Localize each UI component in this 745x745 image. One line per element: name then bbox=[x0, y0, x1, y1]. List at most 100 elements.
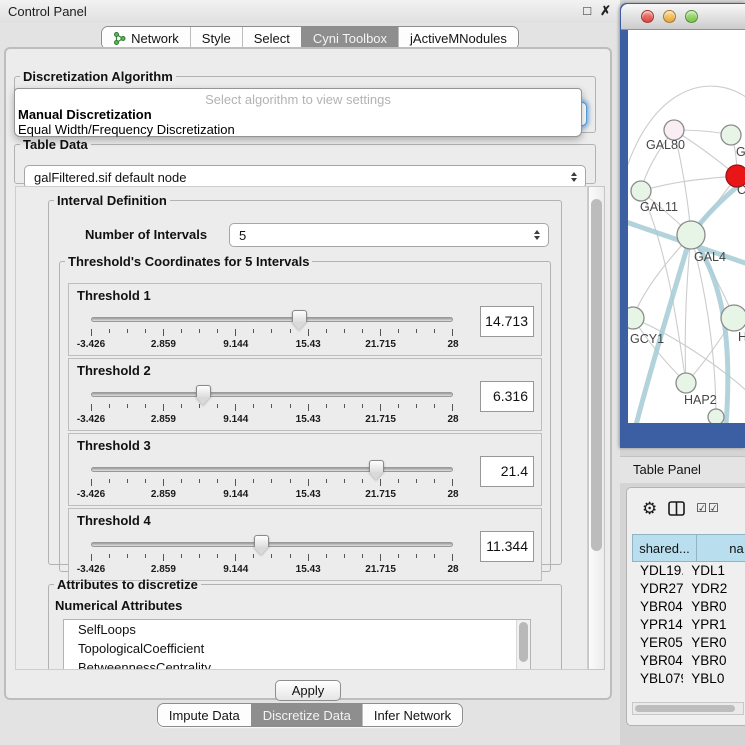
table-cell[interactable]: YBR045C bbox=[632, 652, 683, 670]
thresholds-group-title: Threshold's Coordinates for 5 Intervals bbox=[65, 254, 312, 269]
threshold-3-slider[interactable]: -3.4262.8599.14415.4321.71528 bbox=[91, 458, 453, 504]
table-cell[interactable]: YDL19... bbox=[632, 562, 683, 580]
tab-style[interactable]: Style bbox=[190, 27, 242, 49]
table-header-row: shared...na bbox=[632, 534, 745, 562]
table-row[interactable]: YPR145WYPR1 bbox=[632, 616, 745, 634]
settings-scrollbar[interactable] bbox=[588, 186, 605, 670]
slider-tick-labels: -3.4262.8599.14415.4321.71528 bbox=[91, 414, 453, 426]
table-cell[interactable]: YBL079W bbox=[632, 670, 683, 686]
table-hscroll-thumb[interactable] bbox=[635, 705, 735, 712]
table-cell[interactable]: YDR2 bbox=[683, 580, 745, 598]
slider-thumb[interactable] bbox=[254, 535, 269, 555]
tick-label: 15.43 bbox=[296, 414, 321, 425]
slider-track[interactable] bbox=[91, 467, 453, 472]
tab-impute-data[interactable]: Impute Data bbox=[158, 704, 251, 726]
number-of-intervals-combobox[interactable]: 5 bbox=[229, 223, 549, 247]
gear-icon[interactable]: ⚙ bbox=[642, 500, 657, 517]
attribute-item-selfloops[interactable]: SelfLoops bbox=[64, 620, 530, 639]
numerical-attributes-list: SelfLoopsTopologicalCoefficientBetweenne… bbox=[63, 619, 531, 670]
float-window-icon[interactable]: □ bbox=[583, 3, 591, 19]
tab-label: Select bbox=[254, 31, 290, 46]
tab-network[interactable]: Network bbox=[102, 27, 190, 49]
threshold-4-slider[interactable]: -3.4262.8599.14415.4321.71528 bbox=[91, 533, 453, 579]
tab-cyni-toolbox[interactable]: Cyni Toolbox bbox=[301, 27, 398, 49]
table-row[interactable]: YBR045CYBR0 bbox=[632, 652, 745, 670]
table-horizontal-scrollbar[interactable] bbox=[632, 702, 744, 715]
node-label-gal4: GAL4 bbox=[694, 250, 726, 264]
attribute-item-topologicalcoefficient[interactable]: TopologicalCoefficient bbox=[64, 639, 530, 658]
tick-label: 21.715 bbox=[365, 339, 396, 350]
network-node[interactable] bbox=[721, 125, 741, 145]
table-cell[interactable]: YPR1 bbox=[683, 616, 745, 634]
tick-label: 21.715 bbox=[365, 414, 396, 425]
tick-label: 2.859 bbox=[151, 339, 176, 350]
table-cell[interactable]: YBR0 bbox=[683, 652, 745, 670]
slider-thumb[interactable] bbox=[369, 460, 384, 480]
table-cell[interactable]: YER0 bbox=[683, 634, 745, 652]
table-cell[interactable]: YDL1 bbox=[683, 562, 745, 580]
split-columns-icon[interactable] bbox=[668, 501, 685, 516]
threshold-2-value-field[interactable]: 6.316 bbox=[480, 381, 534, 412]
slider-track[interactable] bbox=[91, 317, 453, 322]
tab-select[interactable]: Select bbox=[242, 27, 301, 49]
table-row[interactable]: YDR27...YDR2 bbox=[632, 580, 745, 598]
table-cell[interactable]: YBL0 bbox=[683, 670, 745, 686]
network-node[interactable] bbox=[676, 373, 696, 393]
close-traffic-light[interactable] bbox=[641, 10, 654, 23]
apply-button[interactable]: Apply bbox=[275, 680, 341, 701]
node-label-gal80: GAL80 bbox=[646, 138, 685, 152]
tick-label: 2.859 bbox=[151, 489, 176, 500]
tab-jactivemnodules[interactable]: jActiveMNodules bbox=[398, 27, 518, 49]
table-cell[interactable]: YBR0 bbox=[683, 598, 745, 616]
tab-label: Style bbox=[202, 31, 231, 46]
settings-scrollbar-thumb[interactable] bbox=[591, 199, 602, 551]
network-node[interactable] bbox=[721, 305, 745, 331]
network-node[interactable] bbox=[628, 307, 644, 329]
tab-discretize-data[interactable]: Discretize Data bbox=[251, 704, 362, 726]
table-cell[interactable]: YPR145W bbox=[632, 616, 683, 634]
combo-arrows-icon bbox=[571, 172, 577, 182]
table-cell[interactable]: YDR27... bbox=[632, 580, 683, 598]
interval-definition-group: Interval Definition Number of Intervals … bbox=[48, 193, 562, 565]
tab-infer-network[interactable]: Infer Network bbox=[362, 704, 462, 726]
close-panel-icon[interactable]: ✗ bbox=[600, 3, 611, 19]
dropdown-option-manual-discretization[interactable]: Manual Discretization bbox=[15, 107, 581, 122]
column-header-shared-[interactable]: shared... bbox=[632, 534, 697, 562]
attributes-group: Attributes to discretize Numerical Attri… bbox=[48, 577, 562, 670]
slider-track[interactable] bbox=[91, 392, 453, 397]
list-scrollbar[interactable] bbox=[516, 620, 530, 670]
zoom-traffic-light[interactable] bbox=[685, 10, 698, 23]
threshold-2-slider[interactable]: -3.4262.8599.14415.4321.71528 bbox=[91, 383, 453, 429]
network-canvas[interactable]: GAL80GACGAL11GAL4GCY1HHAP2 bbox=[628, 30, 745, 423]
table-rows: YDL19...YDL1YDR27...YDR2YBR043CYBR0YPR14… bbox=[632, 562, 745, 686]
slider-thumb[interactable] bbox=[196, 385, 211, 405]
slider-tick-labels: -3.4262.8599.14415.4321.71528 bbox=[91, 564, 453, 576]
table-row[interactable]: YBL079WYBL0 bbox=[632, 670, 745, 686]
dropdown-option-equal-width-frequency-discretization[interactable]: Equal Width/Frequency Discretization bbox=[15, 122, 581, 137]
table-row[interactable]: YBR043CYBR0 bbox=[632, 598, 745, 616]
network-node[interactable] bbox=[708, 409, 724, 423]
cyni-mode-tabs: Impute Data Discretize Data Infer Network bbox=[157, 703, 463, 727]
network-node[interactable] bbox=[677, 221, 705, 249]
tab-label: Discretize Data bbox=[263, 708, 351, 723]
table-row[interactable]: YER054CYER0 bbox=[632, 634, 745, 652]
table-cell[interactable]: YER054C bbox=[632, 634, 683, 652]
network-node[interactable] bbox=[664, 120, 684, 140]
minimize-traffic-light[interactable] bbox=[663, 10, 676, 23]
threshold-1-value-field[interactable]: 14.713 bbox=[480, 306, 534, 337]
column-header-na[interactable]: na bbox=[697, 534, 745, 562]
table-row[interactable]: YDL19...YDL1 bbox=[632, 562, 745, 580]
list-scrollbar-thumb[interactable] bbox=[519, 622, 528, 662]
network-node[interactable] bbox=[631, 181, 651, 201]
threshold-1-slider[interactable]: -3.4262.8599.14415.4321.71528 bbox=[91, 308, 453, 354]
tick-label: 9.144 bbox=[223, 414, 248, 425]
select-columns-icon[interactable]: ☑☑ bbox=[696, 501, 720, 515]
threshold-3-value-field[interactable]: 21.4 bbox=[480, 456, 534, 487]
tab-label: Impute Data bbox=[169, 708, 240, 723]
attribute-item-betweennesscentrality[interactable]: BetweennessCentrality bbox=[64, 658, 530, 670]
threshold-4-value-field[interactable]: 11.344 bbox=[480, 531, 534, 562]
slider-track[interactable] bbox=[91, 542, 453, 547]
settings-viewport: Interval Definition Number of Intervals … bbox=[15, 186, 588, 670]
slider-thumb[interactable] bbox=[292, 310, 307, 330]
table-cell[interactable]: YBR043C bbox=[632, 598, 683, 616]
